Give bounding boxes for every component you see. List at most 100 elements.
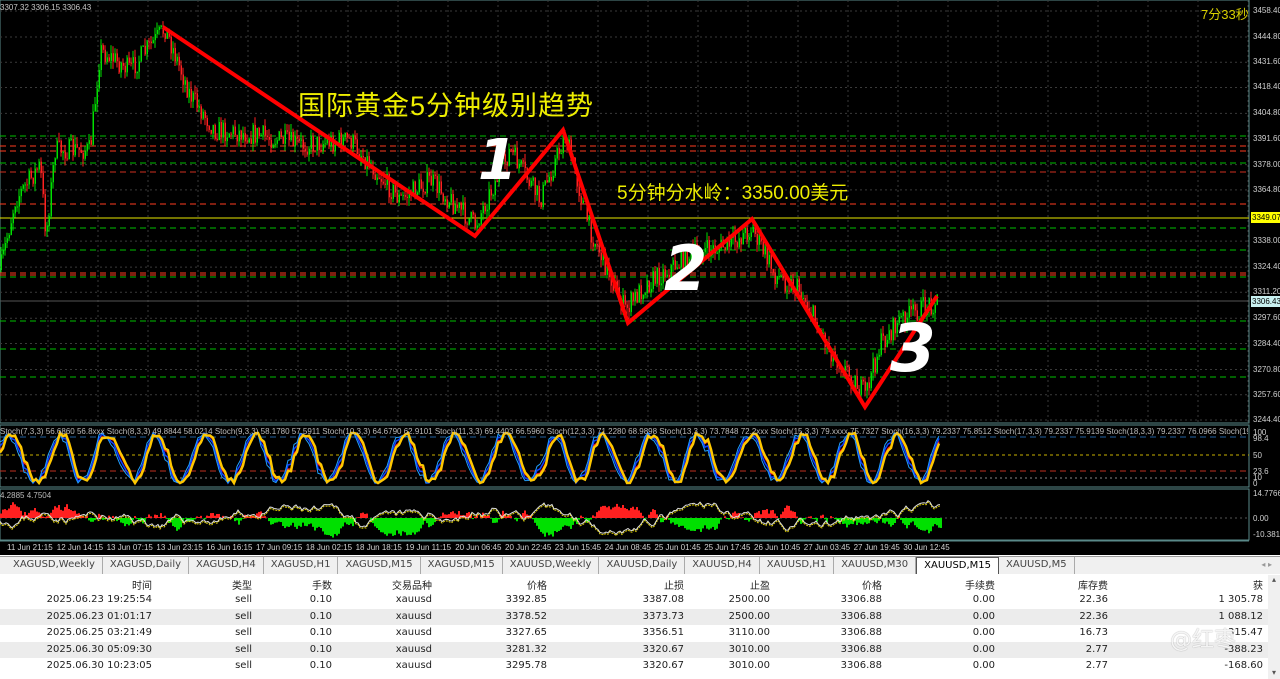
macd-histogram-bar: [486, 515, 488, 518]
chart-tab[interactable]: XAUUSD,H1: [760, 557, 835, 574]
column-header[interactable]: 交易品种: [392, 577, 432, 592]
macd-histogram-bar: [728, 518, 730, 520]
table-header-row: 时间 类型 手数 交易品种 价格 止损 止盈 价格 手续费 库存费 获: [0, 575, 1280, 592]
candle-body: [804, 298, 806, 302]
candle-body: [294, 136, 296, 147]
macd-histogram-bar: [568, 518, 570, 527]
candle-body: [100, 45, 102, 70]
macd-histogram-bar: [764, 509, 766, 518]
candle-body: [54, 158, 56, 166]
column-header[interactable]: 获: [1253, 577, 1263, 592]
macd-histogram-bar: [286, 518, 288, 527]
candle-body: [126, 57, 128, 73]
table-row[interactable]: 2025.06.30 10:23:05 sell 0.10 xauusd 3295.78…: [0, 658, 1280, 675]
stoch-label: Stoch(7,3,3) 56.6860 56.8xxx Stoch(8,3,3…: [0, 427, 1248, 436]
column-header[interactable]: 手续费: [965, 577, 995, 592]
column-header[interactable]: 手数: [312, 577, 332, 592]
candle-body: [220, 122, 222, 138]
column-header[interactable]: 止损: [664, 577, 684, 592]
column-header[interactable]: 库存费: [1078, 577, 1108, 592]
macd-histogram-bar: [536, 518, 538, 526]
main-panel-border: [0, 0, 1250, 424]
candle-body: [256, 128, 258, 143]
macd-histogram-bar: [892, 518, 894, 526]
macd-histogram-bar: [926, 518, 928, 530]
time-axis-label: 16 Jun 16:15: [206, 543, 253, 552]
column-header[interactable]: 止盈: [750, 577, 770, 592]
chart-tab[interactable]: XAGUSD,Daily: [103, 557, 190, 574]
candle-body: [302, 139, 304, 149]
macd-label: 4.2885 4.7504: [0, 491, 52, 500]
candle-body: [860, 379, 862, 396]
time-axis-label: 25 Jun 17:45: [704, 543, 751, 552]
column-header[interactable]: 价格: [527, 577, 547, 592]
macd-histogram-bar: [724, 516, 726, 518]
tab-scroll-arrows[interactable]: ◂ ▸: [1261, 560, 1272, 569]
price-chart[interactable]: 3307.32 3306.15 3306.43 7分33秒 国际黄金5分钟级别趋…: [0, 0, 1280, 555]
macd-histogram-bar: [438, 517, 440, 518]
chart-canvas[interactable]: [0, 0, 1280, 555]
macd-histogram-bar: [382, 518, 384, 533]
table-row[interactable]: 2025.06.30 05:09:30 sell 0.10 xauusd 3281.32…: [0, 641, 1280, 659]
candle-body: [216, 138, 218, 141]
column-header[interactable]: 时间: [132, 577, 152, 592]
candle-body: [592, 242, 594, 247]
candle-body: [376, 177, 378, 180]
candle-body: [642, 294, 644, 300]
chart-tab[interactable]: XAGUSD,H4: [189, 557, 264, 574]
table-cell: 3392.85: [505, 594, 547, 605]
candle-body: [200, 106, 202, 119]
macd-histogram-bar: [396, 518, 398, 531]
chart-tab[interactable]: XAGUSD,H1: [264, 557, 339, 574]
candle-body: [652, 271, 654, 289]
macd-histogram-bar: [190, 518, 192, 522]
macd-axis-label: 14.7766: [1253, 489, 1280, 498]
candle-body: [596, 244, 598, 246]
chart-tab[interactable]: XAUUSD,M15: [916, 557, 1000, 574]
candle-body: [772, 268, 774, 273]
candle-body: [536, 185, 538, 196]
chart-tab[interactable]: XAUUSD,M30: [834, 557, 917, 574]
table-cell: xauusd: [395, 610, 432, 622]
chart-tab[interactable]: XAGUSD,Weekly: [6, 557, 103, 574]
macd-histogram-bar: [678, 518, 680, 527]
table-row[interactable]: 2025.06.25 03:21:49 sell 0.10 xauusd 3327.65…: [0, 625, 1280, 642]
macd-histogram-bar: [882, 518, 884, 523]
candle-body: [598, 245, 600, 253]
candle-body: [252, 124, 254, 144]
chart-tab[interactable]: XAUUSD,Weekly: [503, 557, 600, 574]
macd-histogram-bar: [466, 512, 468, 518]
table-scrollbar[interactable]: ▴ ▾: [1268, 575, 1280, 679]
candle-body: [64, 152, 66, 159]
macd-histogram-bar: [700, 518, 702, 532]
macd-histogram-bar: [342, 518, 344, 527]
column-header[interactable]: 类型: [232, 577, 252, 592]
macd-histogram-bar: [860, 518, 862, 524]
candle-body: [12, 213, 14, 224]
candle-body: [258, 128, 260, 137]
candle-body: [156, 29, 158, 35]
candle-body: [768, 254, 770, 265]
candle-body: [326, 139, 328, 144]
chart-tab[interactable]: XAUUSD,H4: [685, 557, 760, 574]
candle-body: [316, 136, 318, 151]
macd-histogram-bar: [238, 518, 240, 525]
chart-tab[interactable]: XAUUSD,Daily: [599, 557, 686, 574]
table-cell: 2500.00: [728, 610, 770, 622]
macd-histogram-bar: [14, 504, 16, 518]
macd-histogram-bar: [378, 518, 380, 531]
macd-histogram-bar: [740, 517, 742, 518]
chart-tab[interactable]: XAGUSD,M15: [338, 557, 421, 574]
macd-histogram-bar: [418, 518, 420, 532]
table-row[interactable]: 2025.06.23 01:01:17 sell 0.10 xauusd 3378.52…: [0, 608, 1280, 626]
chart-tab[interactable]: XAGUSD,M15: [421, 557, 503, 574]
column-header[interactable]: 价格: [862, 577, 882, 592]
macd-histogram-bar: [822, 514, 824, 518]
table-row[interactable]: 2025.06.23 19:25:54 sell 0.10 xauusd 3392.85…: [0, 592, 1280, 609]
macd-histogram-bar: [650, 511, 652, 518]
chart-tab[interactable]: XAUUSD,M5: [999, 557, 1075, 574]
macd-histogram-bar: [662, 518, 664, 523]
macd-histogram-bar: [160, 513, 162, 518]
candle-body: [356, 139, 358, 154]
macd-histogram-bar: [164, 515, 166, 518]
